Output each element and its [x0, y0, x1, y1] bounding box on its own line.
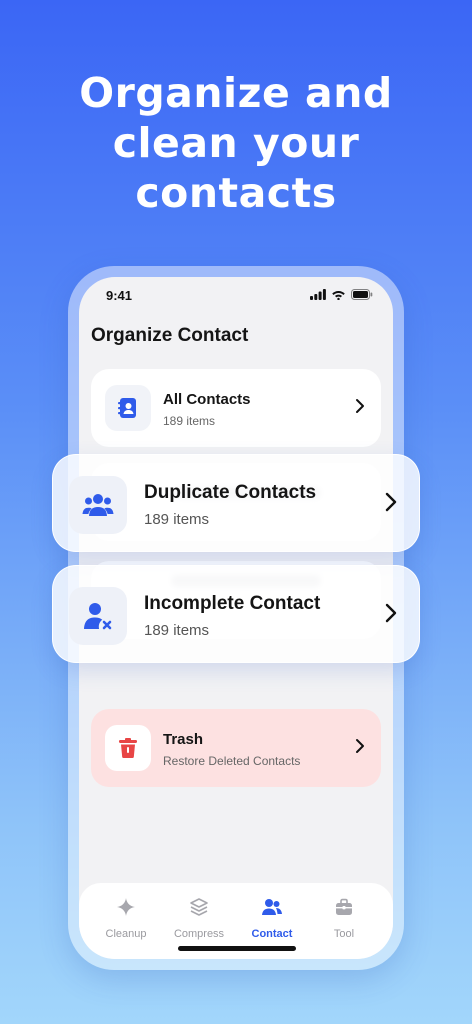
incomplete-count: 189 items: [144, 622, 210, 639]
chevron-right-icon: [356, 399, 364, 413]
tab-compress[interactable]: Compress: [164, 897, 234, 940]
trash-icon-box: [105, 725, 151, 771]
trash-card[interactable]: Trash Restore Deleted Contacts: [91, 709, 381, 787]
incomplete-contact-card[interactable]: Incomplete Contact 189 items: [52, 565, 420, 663]
toolbox-icon: [336, 898, 352, 915]
promo-headline: Organize and clean your contacts: [0, 68, 472, 218]
tab-label: Cleanup: [105, 928, 147, 940]
all-contacts-card[interactable]: All Contacts 189 items: [91, 369, 381, 447]
chevron-right-icon: [356, 739, 364, 753]
all-contacts-count: 189 items: [163, 414, 216, 428]
contact-book-icon: [118, 398, 136, 418]
home-indicator: [178, 946, 296, 951]
headline-line-2: clean your: [112, 119, 360, 167]
status-icons: [310, 289, 373, 300]
duplicate-title: Duplicate Contacts: [144, 482, 317, 503]
status-time: 9:41: [106, 288, 133, 303]
trash-subtitle: Restore Deleted Contacts: [163, 754, 301, 768]
duplicate-count: 189 items: [144, 511, 210, 528]
duplicate-icon-box: [69, 476, 127, 534]
layers-icon: [190, 898, 208, 916]
tab-label: Contact: [251, 928, 293, 940]
all-contacts-icon-box: [105, 385, 151, 431]
contacts-icon: [262, 899, 282, 915]
tab-label: Tool: [333, 928, 355, 940]
group-users-icon: [82, 494, 114, 516]
incomplete-title: Incomplete Contact: [144, 593, 321, 614]
all-contacts-title: All Contacts: [163, 391, 251, 408]
tab-tool[interactable]: Tool: [309, 897, 379, 940]
tab-contact[interactable]: Contact: [237, 897, 307, 940]
headline-line-3: contacts: [135, 169, 337, 217]
trash-icon: [119, 738, 137, 758]
incomplete-icon-box: [69, 587, 127, 645]
tab-label: Compress: [173, 928, 225, 940]
user-remove-icon: [84, 603, 112, 630]
chevron-right-icon: [385, 603, 397, 623]
battery-icon: [351, 289, 373, 300]
tab-cleanup[interactable]: Cleanup: [91, 897, 161, 940]
chevron-right-icon: [385, 492, 397, 512]
trash-title: Trash: [163, 731, 204, 748]
page-title: Organize Contact: [91, 325, 249, 346]
signal-icon: [310, 289, 326, 300]
headline-line-1: Organize and: [79, 69, 393, 117]
duplicate-contacts-card[interactable]: Duplicate Contacts 189 items: [52, 454, 420, 552]
wifi-icon: [332, 291, 345, 300]
sparkle-icon: [117, 898, 135, 916]
